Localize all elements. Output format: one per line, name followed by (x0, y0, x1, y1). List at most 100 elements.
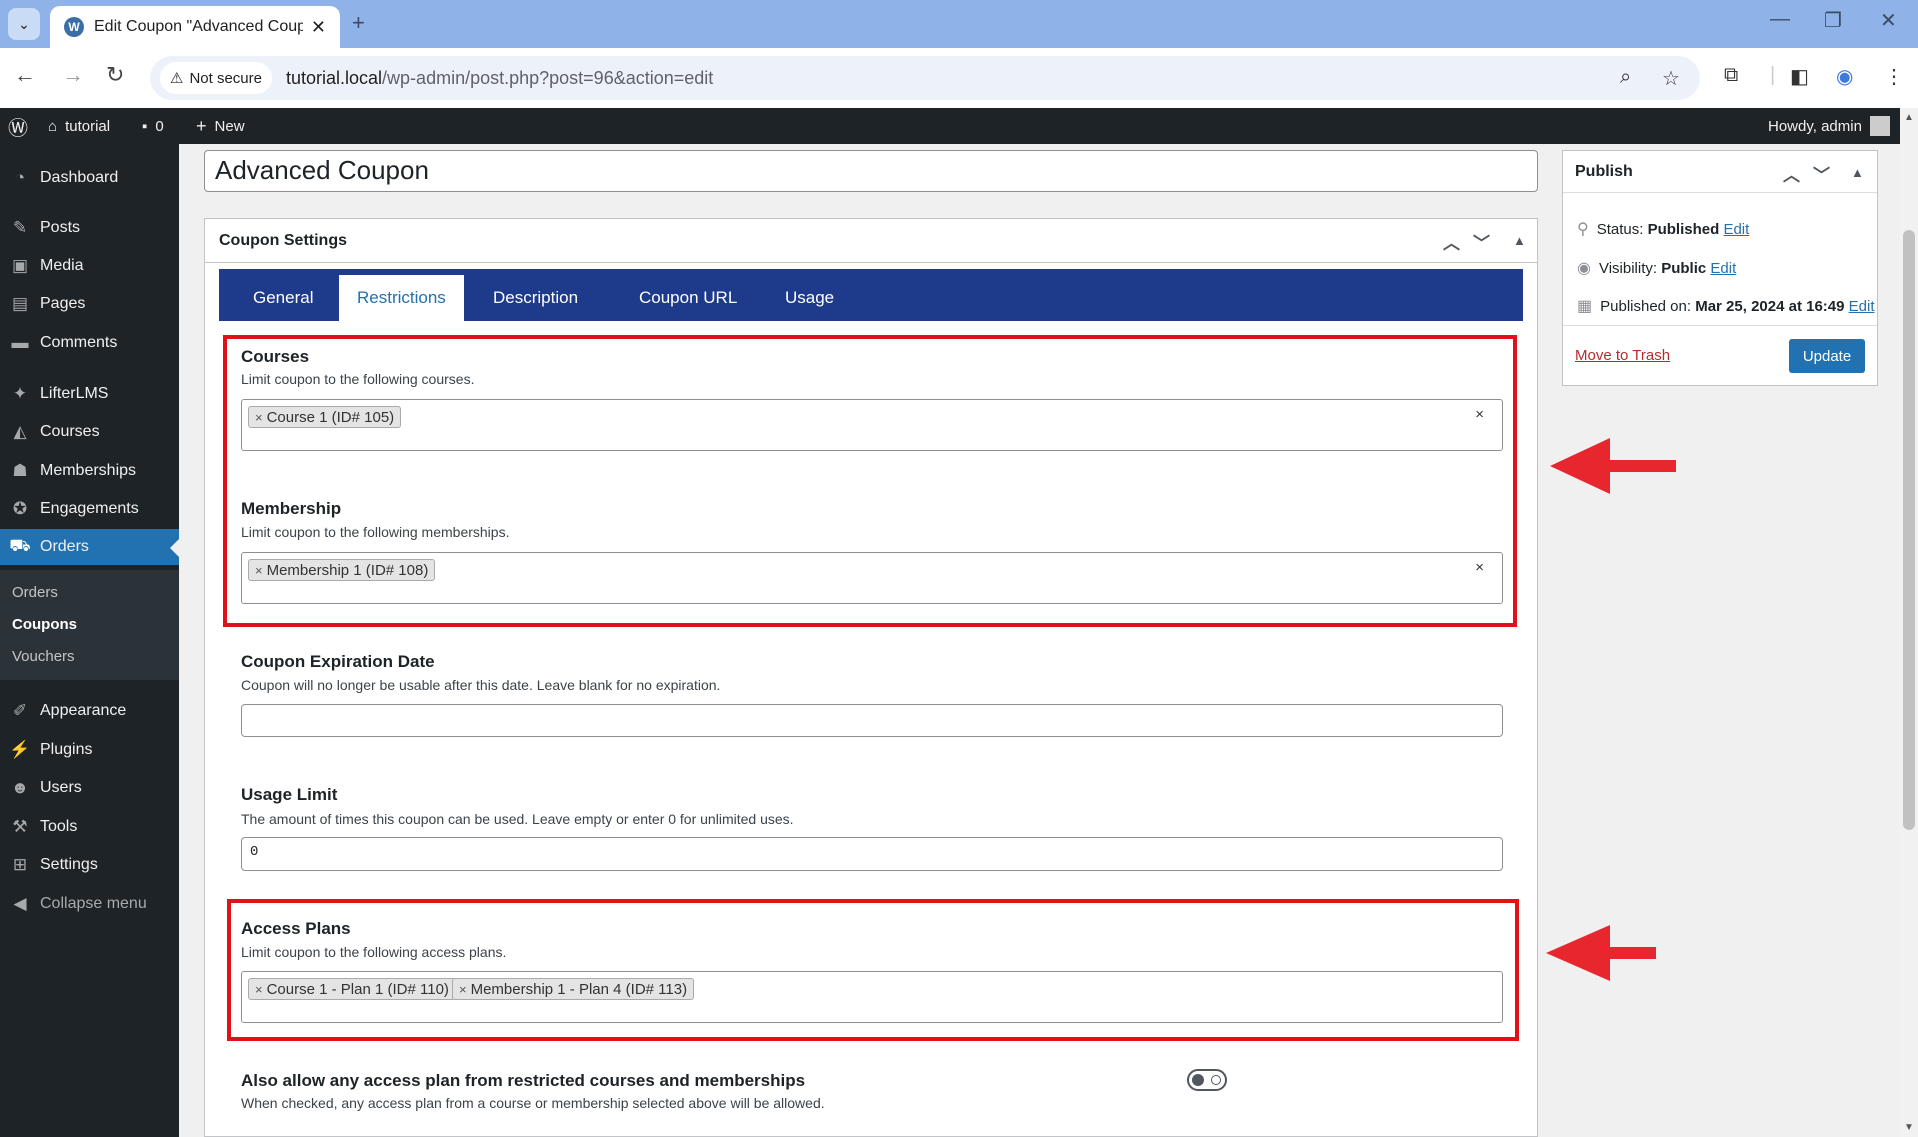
menu-plugins[interactable]: ⚡ Plugins (0, 732, 179, 768)
courses-select[interactable]: × Course 1 (ID# 105) × (241, 399, 1503, 451)
tab-usage[interactable]: Usage (767, 275, 852, 321)
howdy-text: Howdy, admin (1768, 117, 1862, 135)
address-bar[interactable]: ⚠ Not secure tutorial.local/wp-admin/pos… (150, 56, 1700, 100)
scrollbar-thumb[interactable] (1903, 230, 1915, 830)
page-icon: ▤ (11, 294, 29, 313)
menu-collapse[interactable]: ◀ Collapse menu (0, 886, 179, 922)
menu-engagements[interactable]: ✪ Engagements (0, 491, 179, 527)
post-title-input[interactable]: Advanced Coupon (204, 150, 1538, 192)
side-panel-icon[interactable]: ◧ (1790, 64, 1809, 89)
expiration-date-input[interactable] (241, 704, 1503, 737)
status-label: Status: (1596, 220, 1644, 238)
security-chip[interactable]: ⚠ Not secure (160, 62, 272, 94)
update-button[interactable]: Update (1789, 339, 1865, 373)
edit-status-link[interactable]: Edit (1723, 221, 1749, 238)
edit-date-link[interactable]: Edit (1849, 298, 1875, 315)
menu-courses[interactable]: ◭ Courses (0, 414, 179, 450)
menu-lifterlms[interactable]: ✦ LifterLMS (0, 376, 179, 412)
courses-desc: Limit coupon to the following courses. (241, 371, 475, 387)
new-content-link[interactable]: + New (196, 108, 245, 144)
move-up-icon[interactable]: ︿ (1443, 229, 1460, 254)
menu-kebab-icon[interactable]: ⋮ (1884, 64, 1904, 89)
cart-icon: ⛟ (9, 536, 31, 555)
back-icon[interactable]: ← (14, 62, 36, 88)
browser-tab[interactable]: W Edit Coupon "Advanced Coupo ✕ (50, 6, 340, 48)
courses-icon: ◭ (13, 422, 27, 441)
selected-access-plan-tag[interactable]: × Membership 1 - Plan 4 (ID# 113) (452, 978, 695, 1000)
menu-users[interactable]: ☻ Users (0, 770, 179, 806)
comments-link[interactable]: ▪ 0 (142, 108, 164, 144)
warning-icon: ⚠ (170, 70, 184, 87)
membership-select[interactable]: × Membership 1 (ID# 108) × (241, 552, 1503, 604)
group-icon: ☗ (12, 461, 28, 480)
toggle-panel-icon[interactable]: ▲ (1513, 233, 1526, 248)
restore-icon[interactable]: ❐ (1824, 8, 1842, 33)
profile-icon[interactable]: ◉ (1836, 64, 1853, 89)
url-text[interactable]: tutorial.local/wp-admin/post.php?post=96… (286, 68, 713, 89)
tab-title: Edit Coupon "Advanced Coupo (94, 18, 303, 35)
divider (1563, 325, 1877, 326)
allow-any-toggle[interactable] (1187, 1069, 1227, 1091)
menu-pages[interactable]: ▤ Pages (0, 286, 179, 322)
pin-icon: ⚲ (1577, 221, 1589, 238)
extensions-icon[interactable]: ⧉ (1724, 64, 1738, 87)
selected-course-tag[interactable]: × Course 1 (ID# 105) (248, 406, 402, 428)
user-icon: ☻ (11, 778, 29, 797)
usage-limit-input[interactable]: 0 (241, 837, 1503, 871)
published-on-row: ▦ Published on: Mar 25, 2024 at 16:49 Ed… (1577, 296, 1875, 316)
clear-selection-icon[interactable]: × (1475, 406, 1484, 423)
tab-restrictions[interactable]: Restrictions (339, 275, 464, 321)
site-name: tutorial (65, 117, 111, 135)
pin-icon: ✎ (12, 218, 28, 237)
menu-posts[interactable]: ✎ Posts (0, 210, 179, 246)
move-to-trash-link[interactable]: Move to Trash (1575, 347, 1670, 364)
menu-comments[interactable]: ▬ Comments (0, 325, 179, 361)
toggle-panel-icon[interactable]: ▲ (1851, 165, 1864, 180)
visibility-row: ◉ Visibility: Public Edit (1577, 258, 1736, 278)
move-down-icon[interactable]: ﹀ (1473, 229, 1490, 254)
zoom-icon[interactable]: ⌕ (1620, 66, 1631, 89)
remove-tag-icon[interactable]: × (459, 982, 467, 997)
window-close-icon[interactable]: ✕ (1880, 8, 1897, 33)
wordpress-logo-icon[interactable]: Ⓦ (8, 108, 28, 144)
remove-tag-icon[interactable]: × (255, 563, 263, 578)
reload-icon[interactable]: ↻ (106, 62, 124, 88)
menu-media[interactable]: ▣ Media (0, 248, 179, 284)
new-tab-button[interactable]: + (352, 10, 365, 36)
remove-tag-icon[interactable]: × (255, 410, 263, 425)
scroll-up-icon[interactable]: ▲ (1904, 112, 1914, 123)
calendar-icon: ▦ (1577, 298, 1593, 315)
remove-tag-icon[interactable]: × (255, 982, 263, 997)
coupon-settings-title: Coupon Settings (219, 231, 347, 249)
menu-appearance[interactable]: ✐ Appearance (0, 693, 179, 729)
menu-label: Posts (40, 219, 81, 236)
publish-title: Publish (1575, 162, 1633, 180)
comment-bubble-icon: ▪ (142, 117, 148, 135)
tab-description[interactable]: Description (475, 275, 596, 321)
menu-settings[interactable]: ⊞ Settings (0, 847, 179, 883)
selected-access-plan-tag[interactable]: × Course 1 - Plan 1 (ID# 110) (248, 978, 456, 1000)
tab-coupon-url[interactable]: Coupon URL (621, 275, 755, 321)
menu-orders[interactable]: ⛟ Orders (0, 529, 179, 565)
scroll-down-icon[interactable]: ▼ (1904, 1122, 1914, 1133)
submenu-vouchers[interactable]: Vouchers (12, 648, 75, 665)
selected-membership-tag[interactable]: × Membership 1 (ID# 108) (248, 559, 436, 581)
my-account-link[interactable]: Howdy, admin (1768, 108, 1890, 144)
tab-search-chevron-icon[interactable]: ⌄ (8, 8, 40, 40)
tab-general[interactable]: General (235, 275, 331, 321)
menu-tools[interactable]: ⚒ Tools (0, 809, 179, 845)
clear-selection-icon[interactable]: × (1475, 559, 1484, 576)
minimize-icon[interactable]: — (1770, 8, 1790, 31)
site-name-link[interactable]: ⌂ tutorial (48, 108, 110, 144)
bookmark-star-icon[interactable]: ☆ (1662, 66, 1680, 91)
edit-visibility-link[interactable]: Edit (1710, 260, 1736, 277)
move-down-icon[interactable]: ﹀ (1813, 161, 1830, 186)
forward-icon[interactable]: → (62, 62, 84, 88)
menu-dashboard[interactable]: ◔ Dashboard (0, 160, 179, 196)
close-tab-icon[interactable]: ✕ (311, 17, 326, 38)
move-up-icon[interactable]: ︿ (1783, 161, 1800, 186)
submenu-coupons[interactable]: Coupons (12, 616, 77, 633)
submenu-orders[interactable]: Orders (12, 584, 58, 601)
access-plans-select[interactable]: × Course 1 - Plan 1 (ID# 110) × Membership… (241, 971, 1503, 1023)
menu-memberships[interactable]: ☗ Memberships (0, 453, 179, 489)
